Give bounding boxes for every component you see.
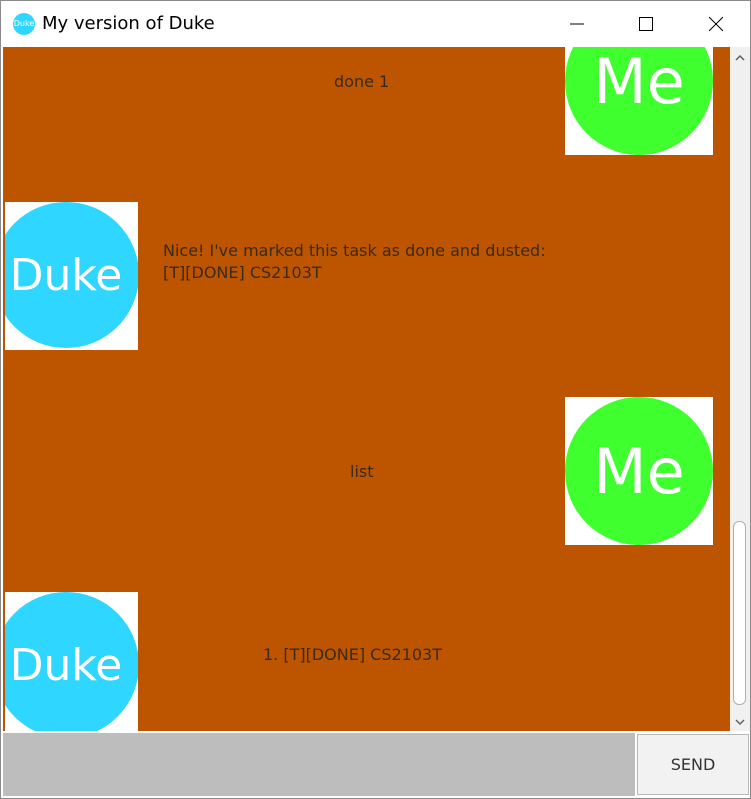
close-button[interactable] — [693, 1, 739, 47]
user-avatar: Me — [565, 397, 713, 545]
app-icon: Duke — [13, 13, 35, 35]
chat-area[interactable]: done 1 Me Duke Nice! I've marked this ta… — [3, 47, 730, 731]
maximize-button[interactable] — [623, 1, 669, 47]
duke-avatar-label: Duke — [5, 592, 138, 731]
scroll-up-button[interactable] — [730, 49, 750, 67]
user-message-text: done 1 — [334, 72, 390, 91]
window-title: My version of Duke — [42, 13, 215, 34]
close-icon — [709, 17, 723, 31]
chevron-up-icon — [735, 54, 745, 61]
minimize-button[interactable] — [554, 1, 600, 47]
user-avatar-label: Me — [565, 47, 713, 155]
scrollbar-thumb[interactable] — [733, 521, 746, 705]
user-avatar-label: Me — [565, 397, 713, 545]
chevron-down-icon — [735, 719, 745, 726]
message-input[interactable] — [3, 733, 635, 796]
user-message-text: list — [350, 462, 374, 481]
maximize-icon — [639, 17, 653, 31]
minimize-icon — [570, 23, 584, 25]
duke-message-text: Nice! I've marked this task as done and … — [163, 241, 546, 282]
user-avatar: Me — [565, 47, 713, 155]
scroll-down-button[interactable] — [730, 713, 750, 731]
duke-message-text: 1. [T][DONE] CS2103T — [263, 645, 442, 664]
app-window: Duke My version of Duke done 1 Me Duke N… — [0, 0, 751, 799]
title-bar[interactable]: Duke My version of Duke — [1, 1, 750, 47]
send-button[interactable]: SEND — [637, 734, 749, 795]
vertical-scrollbar[interactable] — [730, 47, 750, 731]
duke-avatar: Duke — [5, 202, 138, 350]
duke-avatar: Duke — [5, 592, 138, 731]
duke-avatar-label: Duke — [5, 202, 138, 348]
